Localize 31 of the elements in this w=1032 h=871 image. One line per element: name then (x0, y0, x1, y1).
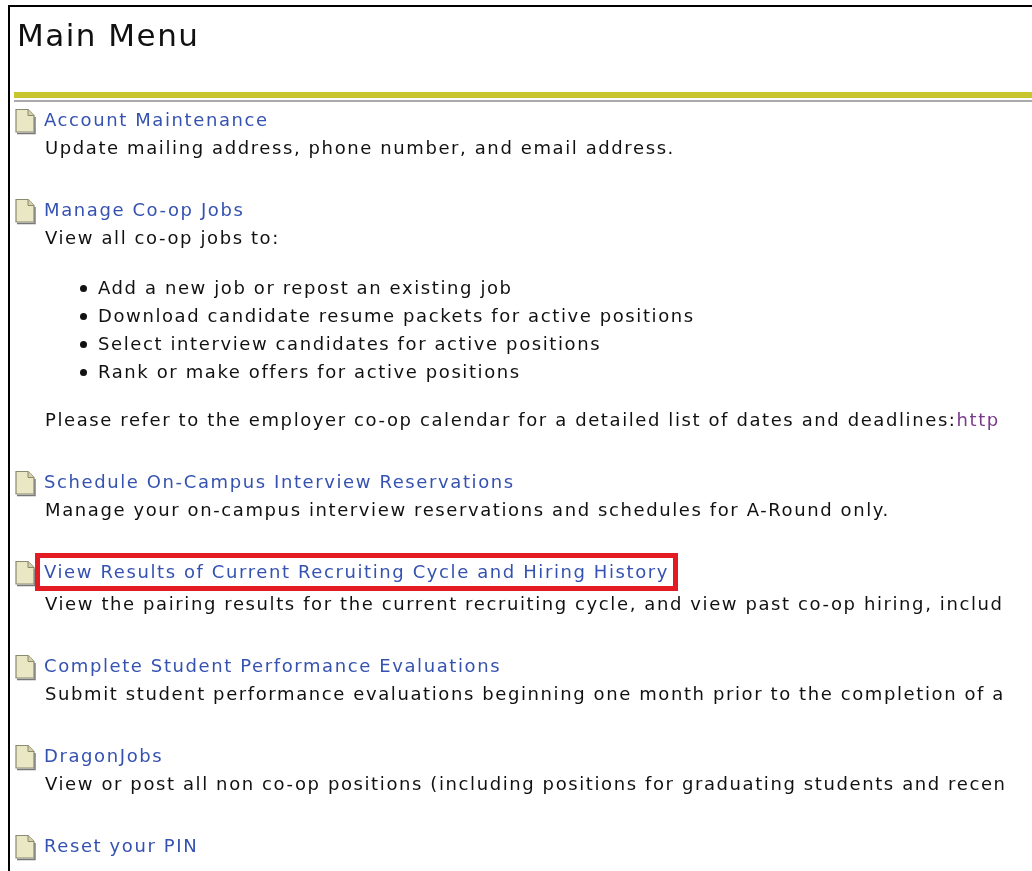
calendar-link[interactable]: http (956, 409, 1000, 430)
list-item-text: Rank or make offers for active positions (98, 360, 521, 384)
bullet-icon (80, 368, 87, 376)
menu-link[interactable]: Reset your PIN (35, 827, 208, 865)
document-icon (14, 744, 36, 771)
list-item-text: Add a new job or repost an existing job (98, 276, 513, 300)
document-icon (14, 108, 36, 135)
bullet-icon (80, 284, 87, 292)
document-icon (14, 834, 36, 861)
list-item-text: Select interview candidates for active positions (98, 332, 602, 356)
document-icon (14, 560, 36, 587)
menu-link[interactable]: Manage Co-op Jobs (35, 191, 254, 229)
menu-link[interactable]: Complete Student Performance Evaluations (35, 647, 511, 685)
link-description: View all co-op jobs to: (45, 226, 281, 250)
bullet-icon (80, 340, 87, 348)
note-text: Please refer to the employer co-op calendar for a detailed list of dates and deadlines: (45, 409, 957, 430)
link-description: Submit student performance evaluations beginning one month prior to the completion of a (45, 682, 1006, 706)
document-icon (14, 654, 36, 681)
menu-link[interactable]: DragonJobs (35, 737, 173, 775)
bullet-icon (80, 312, 87, 320)
link-description: Update mailing address, phone number, and email address. (45, 136, 676, 160)
menu-link[interactable]: Schedule On-Campus Interview Reservations (35, 463, 524, 501)
menu-link[interactable]: Account Maintenance (35, 101, 278, 139)
document-icon (14, 470, 36, 497)
document-icon (14, 198, 36, 225)
list-item-text: Download candidate resume packets for active positions (98, 304, 695, 328)
link-description: Manage your on-campus interview reservations and schedules for A-Round only. (45, 498, 891, 522)
menu-link[interactable]: View Results of Current Recruiting Cycle and Hiring History (35, 553, 679, 591)
link-description: View the pairing results for the current recruiting cycle, and view past co-op hiring, includ (45, 592, 1005, 616)
page-title: Main Menu (17, 17, 201, 55)
link-description: View or post all non co-op positions (including positions for graduating students and recen (45, 772, 1008, 796)
